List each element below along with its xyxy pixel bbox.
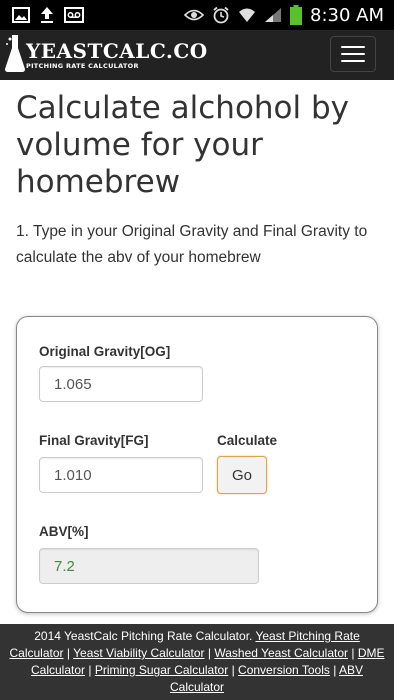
footer-copyright: 2014 YeastCalc Pitching Rate Calculator. [34,629,253,643]
flask-icon [4,33,26,78]
brand-logo-link[interactable]: YEASTCALC.CO PITCHING RATE CALCULATOR [0,30,208,80]
abv-calculator-card: Original Gravity[OG] 1.065 Final Gravity… [16,316,378,613]
status-time: 8:30 AM [310,4,384,26]
intro-text: 1. Type in your Original Gravity and Fin… [16,223,368,266]
wifi-icon [238,7,256,23]
app-navbar: YEASTCALC.CO PITCHING RATE CALCULATOR [0,30,394,80]
footer-separator: | [333,663,337,677]
voicemail-icon [64,7,84,23]
calculate-label: Calculate [217,433,278,448]
abv-result-field: 7.2 [39,548,259,584]
signal-icon [264,7,282,23]
brand-name: YEASTCALC.CO [26,38,208,63]
footer-link-conversion-tools[interactable]: Conversion Tools [238,663,330,677]
footer-link-washed-yeast[interactable]: Washed Yeast Calculator [214,646,348,660]
eye-icon [184,8,204,22]
fg-input[interactable]: 1.010 [39,457,203,493]
site-footer: 2014 YeastCalc Pitching Rate Calculator.… [0,624,394,700]
footer-separator: | [88,663,92,677]
footer-link-yeast-viability[interactable]: Yeast Viability Calculator [73,646,204,660]
abv-label: ABV[%] [39,524,89,539]
upload-icon [40,6,54,24]
gallery-icon [12,7,30,23]
footer-separator: | [231,663,235,677]
go-button[interactable]: Go [217,456,267,494]
og-label: Original Gravity[OG] [39,344,171,359]
footer-link-priming-sugar[interactable]: Priming Sugar Calculator [95,663,228,677]
brand-tagline: PITCHING RATE CALCULATOR [26,61,139,70]
footer-separator: | [207,646,212,660]
og-input[interactable]: 1.065 [39,366,203,402]
footer-separator: | [351,646,355,660]
hamburger-menu-icon[interactable] [330,36,376,72]
page-title: Calculate alchohol by volume for your ho… [16,90,350,200]
battery-icon [290,5,302,25]
footer-separator: | [66,646,70,660]
fg-label: Final Gravity[FG] [39,433,149,448]
alarm-icon [212,6,230,24]
status-bar: 8:30 AM [0,0,394,30]
